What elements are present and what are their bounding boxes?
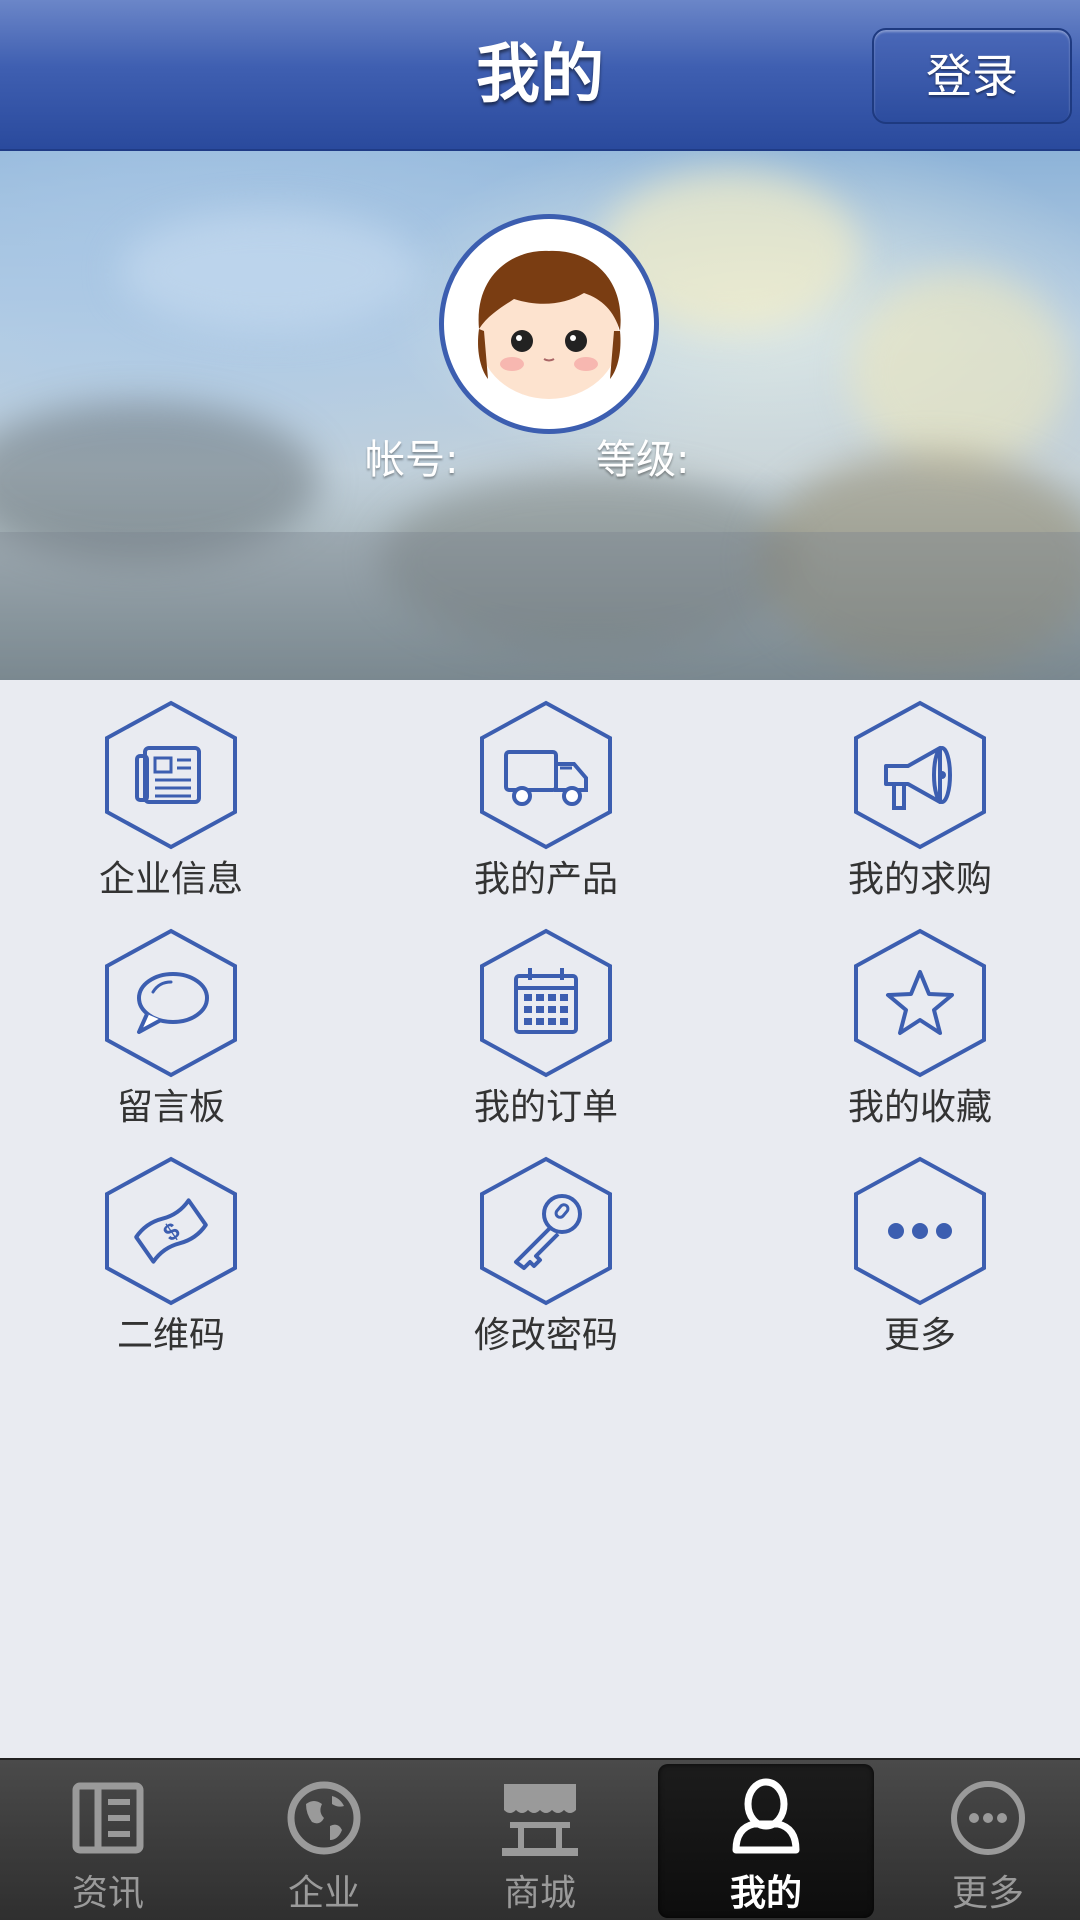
calendar-icon — [480, 928, 612, 1078]
grid-item-message-board[interactable]: 留言板 — [41, 928, 301, 1138]
speech-bubble-icon — [105, 928, 237, 1078]
grid-label: 我的订单 — [473, 1087, 618, 1128]
grid-item-my-purchase[interactable]: 我的求购 — [790, 700, 1050, 910]
account-strip — [0, 532, 1080, 680]
grid-label: 我的求购 — [847, 859, 992, 900]
app-header: 我的 登录 — [0, 0, 1080, 151]
grid-item-qr-code[interactable]: $ 二维码 — [41, 1156, 301, 1366]
tab-store[interactable]: 商城 — [432, 1764, 648, 1918]
tab-label: 资讯 — [71, 1873, 144, 1914]
megaphone-icon — [854, 700, 986, 850]
tab-more[interactable]: 更多 — [880, 1764, 1080, 1918]
grid-label: 我的收藏 — [847, 1087, 992, 1128]
tab-label: 我的 — [729, 1873, 802, 1914]
bottom-tab-bar: 资讯 企业 商城 我的 更多 — [0, 1758, 1080, 1920]
more-icon — [951, 1781, 1025, 1855]
money-bill-icon: $ — [105, 1156, 237, 1306]
key-icon — [480, 1156, 612, 1306]
level-label: 等级: — [596, 437, 690, 483]
tab-mine[interactable]: 我的 — [658, 1764, 874, 1918]
grid-item-my-orders[interactable]: 我的订单 — [416, 928, 676, 1138]
star-icon — [854, 928, 986, 1078]
globe-icon — [287, 1781, 361, 1855]
grid-label: 企业信息 — [98, 859, 243, 900]
grid-item-change-password[interactable]: 修改密码 — [416, 1156, 676, 1366]
person-icon — [732, 1778, 800, 1854]
tab-label: 更多 — [951, 1873, 1024, 1914]
login-button[interactable]: 登录 — [872, 28, 1072, 124]
grid-label: 更多 — [883, 1315, 956, 1356]
cartoon-face-icon — [478, 250, 621, 399]
grid-label: 修改密码 — [473, 1315, 618, 1356]
grid-item-company-info[interactable]: 企业信息 — [41, 700, 301, 910]
store-icon — [502, 1784, 578, 1856]
grid-label: 留言板 — [116, 1087, 225, 1128]
grid-label: 二维码 — [116, 1315, 225, 1356]
account-label: 帐号: — [365, 437, 459, 483]
avatar[interactable] — [439, 214, 659, 434]
grid-item-my-products[interactable]: 我的产品 — [416, 700, 676, 910]
grid-item-my-favorites[interactable]: 我的收藏 — [790, 928, 1050, 1138]
more-dots-icon — [854, 1156, 986, 1306]
newspaper-icon — [105, 700, 237, 850]
grid-label: 我的产品 — [473, 859, 618, 900]
grid-item-more[interactable]: 更多 — [790, 1156, 1050, 1366]
tab-company[interactable]: 企业 — [216, 1764, 432, 1918]
news-icon — [72, 1782, 144, 1854]
tab-label: 商城 — [503, 1873, 576, 1914]
truck-icon — [480, 700, 612, 850]
tab-news[interactable]: 资讯 — [0, 1764, 216, 1918]
tab-label: 企业 — [287, 1873, 360, 1914]
